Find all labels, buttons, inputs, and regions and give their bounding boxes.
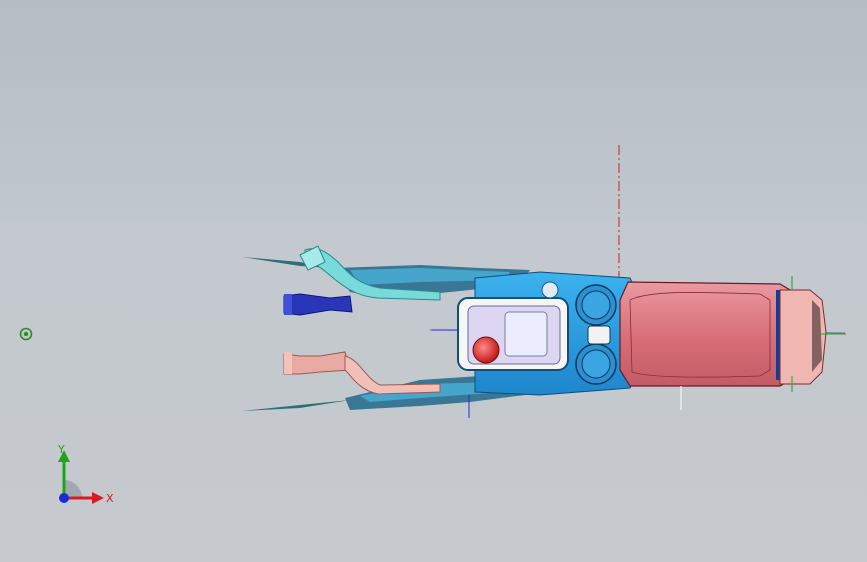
red-shift-knob	[472, 336, 500, 364]
y-axis-label: Y	[57, 443, 65, 456]
blue-knob	[283, 293, 353, 316]
pink-knob	[283, 351, 351, 375]
coordinate-triad-icon: Y X	[57, 443, 114, 505]
center-console-model[interactable]	[0, 0, 867, 562]
armrest	[619, 281, 791, 387]
x-axis-label: X	[106, 492, 114, 505]
lower-trim-spike	[242, 400, 350, 411]
cad-viewport[interactable]: Y X	[0, 0, 867, 562]
small-button	[541, 281, 559, 299]
lower-hose	[344, 355, 441, 395]
